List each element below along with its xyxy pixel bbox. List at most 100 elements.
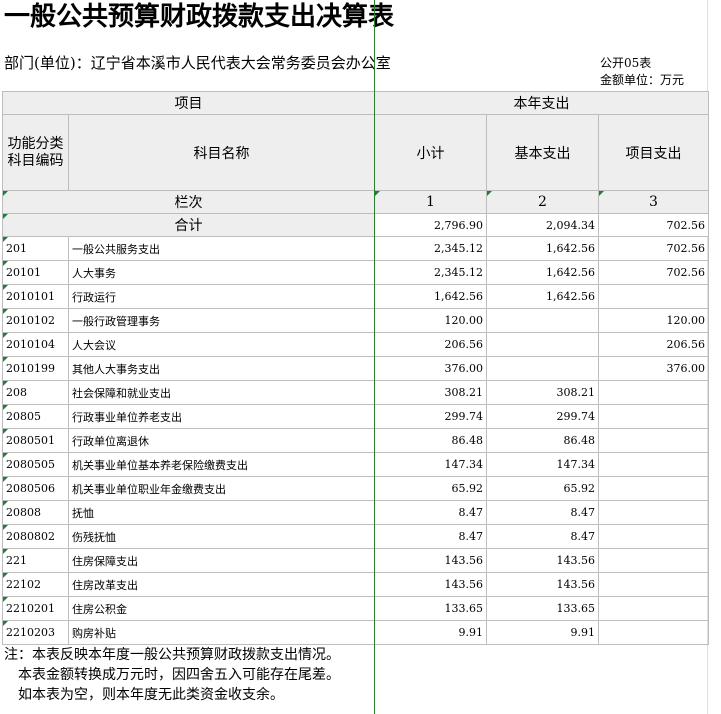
row-code[interactable]: 221 xyxy=(2,548,69,573)
row-basic[interactable]: 308.21 xyxy=(486,380,599,405)
row-basic[interactable]: 1,642.56 xyxy=(486,284,599,309)
row-name[interactable]: 住房公积金 xyxy=(68,596,375,621)
row-name[interactable]: 伤残抚恤 xyxy=(68,524,375,549)
row-code[interactable]: 2010199 xyxy=(2,356,69,381)
row-project[interactable] xyxy=(598,380,709,405)
row-project[interactable]: 702.56 xyxy=(598,236,709,261)
row-project[interactable]: 120.00 xyxy=(598,308,709,333)
row-subtotal[interactable]: 147.34 xyxy=(374,452,487,477)
row-basic[interactable]: 1,642.56 xyxy=(486,260,599,285)
row-basic[interactable] xyxy=(486,356,599,381)
row-name[interactable]: 行政单位离退休 xyxy=(68,428,375,453)
row-code[interactable]: 2210201 xyxy=(2,596,69,621)
header-year-expense[interactable]: 本年支出 xyxy=(374,91,709,115)
total-label[interactable]: 合计 xyxy=(2,213,375,237)
column-index-1[interactable]: 1 xyxy=(374,190,487,214)
total-project[interactable]: 702.56 xyxy=(598,213,709,237)
row-project[interactable] xyxy=(598,500,709,525)
row-name[interactable]: 住房保障支出 xyxy=(68,548,375,573)
row-project[interactable] xyxy=(598,452,709,477)
row-subtotal[interactable]: 65.92 xyxy=(374,476,487,501)
row-basic[interactable]: 147.34 xyxy=(486,452,599,477)
row-basic[interactable]: 8.47 xyxy=(486,500,599,525)
row-name[interactable]: 一般行政管理事务 xyxy=(68,308,375,333)
row-name[interactable]: 机关事业单位职业年金缴费支出 xyxy=(68,476,375,501)
total-basic[interactable]: 2,094.34 xyxy=(486,213,599,237)
row-code[interactable]: 2010102 xyxy=(2,308,69,333)
row-code[interactable]: 2210203 xyxy=(2,620,69,645)
row-basic[interactable]: 133.65 xyxy=(486,596,599,621)
row-code[interactable]: 208 xyxy=(2,380,69,405)
row-subtotal[interactable]: 1,642.56 xyxy=(374,284,487,309)
row-subtotal[interactable]: 376.00 xyxy=(374,356,487,381)
row-name[interactable]: 人大会议 xyxy=(68,332,375,357)
row-subtotal[interactable]: 9.91 xyxy=(374,620,487,645)
row-subtotal[interactable]: 143.56 xyxy=(374,548,487,573)
row-name[interactable]: 行政事业单位养老支出 xyxy=(68,404,375,429)
row-basic[interactable] xyxy=(486,332,599,357)
row-code[interactable]: 2010104 xyxy=(2,332,69,357)
row-name[interactable]: 一般公共服务支出 xyxy=(68,236,375,261)
row-project[interactable] xyxy=(598,284,709,309)
row-code[interactable]: 20805 xyxy=(2,404,69,429)
row-project[interactable] xyxy=(598,596,709,621)
row-name[interactable]: 人大事务 xyxy=(68,260,375,285)
row-project[interactable] xyxy=(598,548,709,573)
row-name[interactable]: 抚恤 xyxy=(68,500,375,525)
row-subtotal[interactable]: 133.65 xyxy=(374,596,487,621)
row-basic[interactable]: 1,642.56 xyxy=(486,236,599,261)
row-basic[interactable]: 9.91 xyxy=(486,620,599,645)
row-code[interactable]: 22102 xyxy=(2,572,69,597)
row-name[interactable]: 住房改革支出 xyxy=(68,572,375,597)
row-basic[interactable] xyxy=(486,308,599,333)
row-subtotal[interactable]: 299.74 xyxy=(374,404,487,429)
row-project[interactable] xyxy=(598,428,709,453)
row-project[interactable] xyxy=(598,524,709,549)
total-subtotal[interactable]: 2,796.90 xyxy=(374,213,487,237)
row-name[interactable]: 行政运行 xyxy=(68,284,375,309)
row-code[interactable]: 2080505 xyxy=(2,452,69,477)
row-project[interactable] xyxy=(598,572,709,597)
row-project[interactable] xyxy=(598,404,709,429)
row-code[interactable]: 2080802 xyxy=(2,524,69,549)
row-code[interactable]: 2080506 xyxy=(2,476,69,501)
row-subtotal[interactable]: 2,345.12 xyxy=(374,236,487,261)
row-code[interactable]: 201 xyxy=(2,236,69,261)
row-basic[interactable]: 8.47 xyxy=(486,524,599,549)
row-subtotal[interactable]: 8.47 xyxy=(374,500,487,525)
row-project[interactable]: 702.56 xyxy=(598,260,709,285)
row-project[interactable] xyxy=(598,476,709,501)
header-project[interactable]: 项目支出 xyxy=(598,114,709,191)
row-project[interactable]: 206.56 xyxy=(598,332,709,357)
row-subtotal[interactable]: 206.56 xyxy=(374,332,487,357)
row-code[interactable]: 20101 xyxy=(2,260,69,285)
row-name[interactable]: 其他人大事务支出 xyxy=(68,356,375,381)
column-index-label[interactable]: 栏次 xyxy=(2,190,375,214)
column-index-3[interactable]: 3 xyxy=(598,190,709,214)
row-code[interactable]: 2080501 xyxy=(2,428,69,453)
column-index-2[interactable]: 2 xyxy=(486,190,599,214)
row-basic[interactable]: 143.56 xyxy=(486,548,599,573)
row-subtotal[interactable]: 308.21 xyxy=(374,380,487,405)
row-basic[interactable]: 299.74 xyxy=(486,404,599,429)
row-name[interactable]: 购房补贴 xyxy=(68,620,375,645)
row-subtotal[interactable]: 8.47 xyxy=(374,524,487,549)
row-subtotal[interactable]: 120.00 xyxy=(374,308,487,333)
row-basic[interactable]: 86.48 xyxy=(486,428,599,453)
header-basic[interactable]: 基本支出 xyxy=(486,114,599,191)
row-project[interactable] xyxy=(598,620,709,645)
row-basic[interactable]: 143.56 xyxy=(486,572,599,597)
row-subtotal[interactable]: 143.56 xyxy=(374,572,487,597)
header-subject-name[interactable]: 科目名称 xyxy=(68,114,375,191)
row-name[interactable]: 社会保障和就业支出 xyxy=(68,380,375,405)
header-func-code[interactable]: 功能分类科目编码 xyxy=(2,114,69,191)
row-name[interactable]: 机关事业单位基本养老保险缴费支出 xyxy=(68,452,375,477)
row-code[interactable]: 20808 xyxy=(2,500,69,525)
header-subtotal[interactable]: 小计 xyxy=(374,114,487,191)
header-item[interactable]: 项目 xyxy=(2,91,375,115)
row-subtotal[interactable]: 86.48 xyxy=(374,428,487,453)
row-project[interactable]: 376.00 xyxy=(598,356,709,381)
row-subtotal[interactable]: 2,345.12 xyxy=(374,260,487,285)
row-basic[interactable]: 65.92 xyxy=(486,476,599,501)
row-code[interactable]: 2010101 xyxy=(2,284,69,309)
